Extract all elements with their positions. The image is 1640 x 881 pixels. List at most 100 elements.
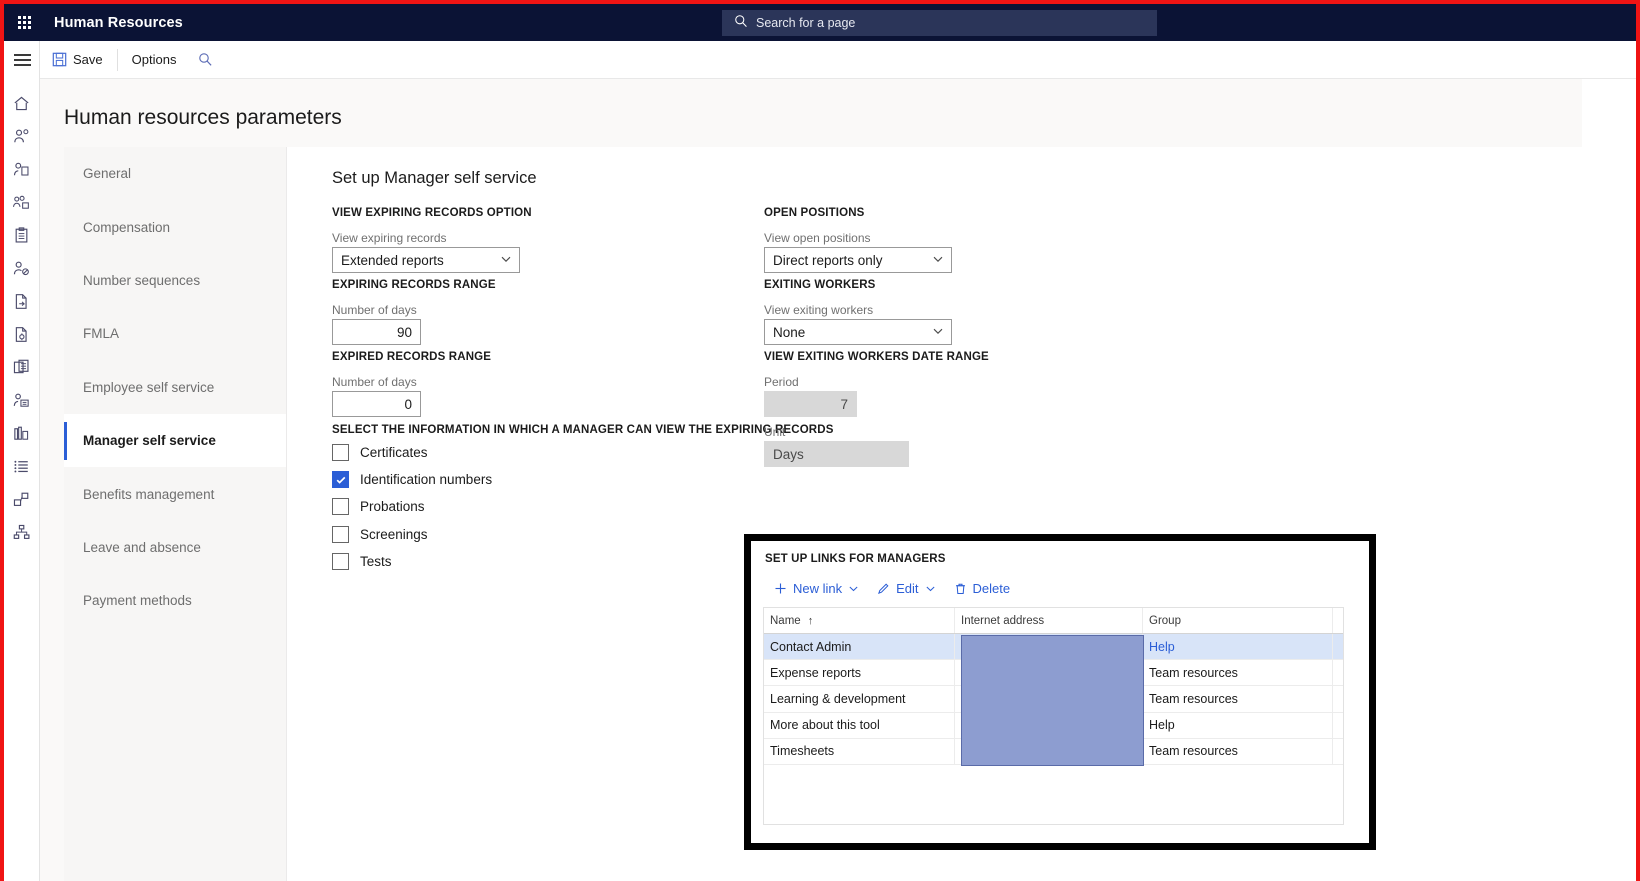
table-row[interactable]: Contact Admin Help — [764, 634, 1343, 660]
document-share-icon[interactable] — [4, 285, 40, 318]
tab-label: Compensation — [83, 220, 170, 235]
checkbox-box — [332, 553, 349, 570]
cell-name[interactable]: Expense reports — [764, 660, 955, 685]
hamburger-menu-icon[interactable] — [4, 41, 40, 79]
tab-number-sequences[interactable]: Number sequences — [64, 254, 286, 307]
cell-spacer — [1333, 686, 1344, 711]
cell-group[interactable]: Help — [1143, 634, 1333, 659]
unit-input: Days — [764, 441, 909, 467]
person-document-icon[interactable] — [4, 153, 40, 186]
chart-bars-icon[interactable] — [4, 417, 40, 450]
expiring-number-of-days-value: 90 — [397, 325, 412, 340]
links-panel-title: SET UP LINKS FOR MANAGERS — [765, 553, 946, 565]
table-row[interactable]: More about this tool Help — [764, 713, 1343, 739]
cell-name[interactable]: More about this tool — [764, 713, 955, 738]
app-launcher-waffle-icon[interactable] — [4, 4, 44, 41]
people-group-icon[interactable] — [4, 186, 40, 219]
period-label: Period — [764, 375, 799, 389]
cell-spacer — [1333, 660, 1344, 685]
cell-internet-address[interactable] — [955, 686, 1143, 711]
exiting-workers-group-header: EXITING WORKERS — [764, 279, 876, 291]
column-header-name[interactable]: Name ↑ — [764, 608, 955, 633]
tab-payment-methods[interactable]: Payment methods — [64, 574, 286, 627]
cell-name[interactable]: Timesheets — [764, 739, 955, 764]
cell-name[interactable]: Contact Admin — [764, 634, 955, 659]
checkbox-label: Tests — [360, 554, 392, 569]
search-icon — [734, 14, 748, 33]
person-block-icon[interactable] — [4, 252, 40, 285]
column-header-internet-address[interactable]: Internet address — [955, 608, 1143, 633]
document-gear-icon[interactable] — [4, 318, 40, 351]
page-workspace: Human resources parameters General Compe… — [40, 79, 1636, 881]
edit-button[interactable]: Edit — [868, 574, 944, 602]
unit-value: Days — [773, 447, 804, 462]
tab-label: General — [83, 166, 131, 181]
workflow-edit-icon[interactable] — [4, 483, 40, 516]
tab-manager-self-service[interactable]: Manager self service — [64, 414, 286, 467]
cell-internet-address[interactable] — [955, 713, 1143, 738]
tab-leave-and-absence[interactable]: Leave and absence — [64, 521, 286, 574]
cell-internet-address[interactable] — [955, 634, 1143, 659]
open-positions-group-header: OPEN POSITIONS — [764, 207, 865, 219]
global-search-box[interactable]: Search for a page — [722, 10, 1157, 36]
table-row[interactable]: Learning & development Team resources — [764, 686, 1343, 712]
sort-ascending-icon: ↑ — [808, 615, 814, 627]
column-header-label: Internet address — [961, 615, 1044, 627]
column-header-spacer — [1333, 608, 1344, 633]
table-row[interactable]: Expense reports Team resources — [764, 660, 1343, 686]
column-header-group[interactable]: Group — [1143, 608, 1333, 633]
view-expiring-records-select[interactable]: Extended reports — [332, 247, 520, 273]
tab-general[interactable]: General — [64, 147, 286, 200]
save-button[interactable]: Save — [40, 41, 115, 79]
expiring-number-of-days-input[interactable]: 90 — [332, 319, 421, 345]
cell-internet-address[interactable] — [955, 660, 1143, 685]
checkbox-label: Identification numbers — [360, 472, 492, 487]
expired-number-of-days-input[interactable]: 0 — [332, 391, 421, 417]
tab-employee-self-service[interactable]: Employee self service — [64, 361, 286, 414]
checkbox-screenings[interactable]: Screenings — [332, 526, 428, 543]
person-badge-icon[interactable] — [4, 384, 40, 417]
tab-benefits-management[interactable]: Benefits management — [64, 467, 286, 520]
checkbox-probations[interactable]: Probations — [332, 498, 425, 515]
page-title: Human resources parameters — [64, 106, 342, 130]
checkbox-tests[interactable]: Tests — [332, 553, 392, 570]
checkbox-label: Certificates — [360, 445, 428, 460]
view-open-positions-select[interactable]: Direct reports only — [764, 247, 952, 273]
delete-button[interactable]: Delete — [945, 574, 1020, 602]
tab-label: Payment methods — [83, 593, 192, 608]
new-link-label: New link — [793, 581, 842, 596]
checkbox-box — [332, 471, 349, 488]
links-data-grid[interactable]: Name ↑ Internet address Group Cont — [763, 607, 1344, 825]
global-search-placeholder: Search for a page — [756, 16, 855, 30]
tab-fmla[interactable]: FMLA — [64, 307, 286, 360]
column-header-label: Name — [770, 615, 801, 627]
clipboard-list-icon[interactable] — [4, 219, 40, 252]
table-row[interactable]: Timesheets Team resources — [764, 739, 1343, 765]
links-panel-toolbar: New link Edit — [765, 574, 1019, 602]
view-expiring-records-value: Extended reports — [341, 253, 444, 268]
period-value: 7 — [840, 397, 848, 412]
cell-internet-address[interactable] — [955, 739, 1143, 764]
cell-group[interactable]: Team resources — [1143, 739, 1333, 764]
tab-compensation[interactable]: Compensation — [64, 200, 286, 253]
column-header-label: Group — [1149, 615, 1181, 627]
cell-group[interactable]: Team resources — [1143, 660, 1333, 685]
command-bar-search-icon[interactable] — [188, 41, 222, 79]
view-exiting-workers-select[interactable]: None — [764, 319, 952, 345]
checkbox-certificates[interactable]: Certificates — [332, 444, 428, 461]
view-exiting-workers-value: None — [773, 325, 805, 340]
home-icon[interactable] — [4, 87, 40, 120]
bullet-list-icon[interactable] — [4, 450, 40, 483]
cell-group[interactable]: Team resources — [1143, 686, 1333, 711]
org-hierarchy-icon[interactable] — [4, 516, 40, 549]
right-gutter — [1582, 79, 1636, 881]
cell-name[interactable]: Learning & development — [764, 686, 955, 711]
new-link-button[interactable]: New link — [765, 574, 868, 602]
pencil-icon — [877, 582, 890, 595]
options-button[interactable]: Options — [120, 41, 189, 79]
manager-self-service-form: Set up Manager self service VIEW EXPIRIN… — [287, 147, 1636, 881]
cell-group[interactable]: Help — [1143, 713, 1333, 738]
copy-documents-icon[interactable] — [4, 351, 40, 384]
person-add-icon[interactable] — [4, 120, 40, 153]
checkbox-identification-numbers[interactable]: Identification numbers — [332, 471, 492, 488]
